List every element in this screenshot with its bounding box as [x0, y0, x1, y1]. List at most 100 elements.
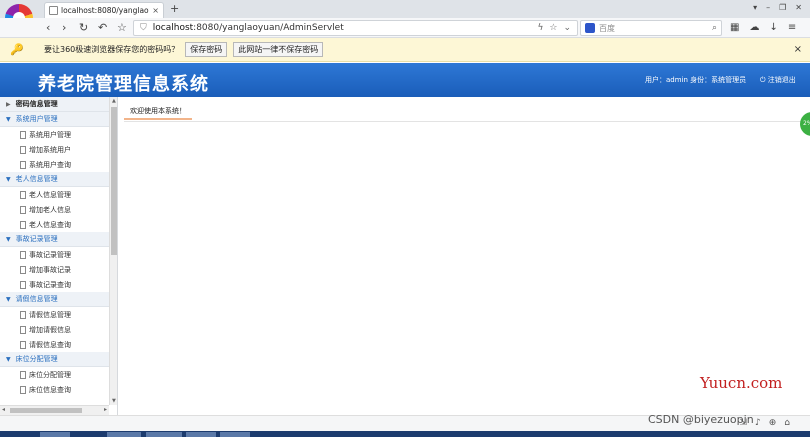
apps-grid-icon[interactable]: ▦ — [730, 22, 739, 33]
watermark-site: Yuucn.com — [700, 374, 783, 392]
sidebar-item[interactable]: 老人信息查询 — [0, 217, 109, 232]
sidebar-group[interactable]: ▼ 系统用户管理 — [0, 112, 109, 127]
minimize-icon[interactable]: – — [766, 3, 770, 12]
sidebar-item[interactable]: 增加请假信息 — [0, 322, 109, 337]
tab-close-icon[interactable]: × — [152, 6, 159, 15]
taskbar-item[interactable] — [40, 432, 70, 437]
search-placeholder: 百度 — [599, 23, 615, 33]
never-save-button[interactable]: 此网站一律不保存密码 — [233, 42, 324, 57]
sidebar-item[interactable]: 系统用户查询 — [0, 157, 109, 172]
sidebar-item-label: 事故记录管理 — [29, 250, 71, 259]
reload-icon[interactable]: ↻ — [79, 21, 88, 34]
triangle-down-icon: ▼ — [6, 295, 11, 303]
dropdown-icon[interactable]: ⌄ — [563, 23, 571, 33]
close-bar-icon[interactable]: × — [794, 44, 802, 55]
sidebar-item[interactable]: 请假信息查询 — [0, 337, 109, 352]
sidebar-group-label: 床位分配管理 — [15, 355, 58, 363]
sidebar-item[interactable]: 系统用户管理 — [0, 127, 109, 142]
scroll-left-icon[interactable]: ◂ — [2, 406, 5, 413]
new-tab-button[interactable]: + — [170, 2, 179, 15]
password-prompt-text: 要让360极速浏览器保存您的密码吗？ — [44, 45, 180, 54]
sidebar-item[interactable]: 事故记录管理 — [0, 247, 109, 262]
sidebar-item[interactable]: 增加事故记录 — [0, 262, 109, 277]
maximize-icon[interactable]: ❐ — [779, 3, 786, 12]
menu-icon[interactable]: ≡ — [788, 22, 796, 33]
sidebar-group[interactable]: ▼ 请假信息管理 — [0, 292, 109, 307]
logout-label: 注销退出 — [767, 76, 796, 84]
scroll-thumb-h[interactable] — [10, 408, 82, 413]
sidebar-item[interactable]: 增加老人信息 — [0, 202, 109, 217]
triangle-down-icon: ▼ — [6, 235, 11, 243]
document-icon — [20, 250, 26, 259]
sidebar-item[interactable]: 老人信息管理 — [0, 187, 109, 202]
triangle-right-icon: ▶ — [6, 100, 11, 108]
sidebar-vertical-scrollbar[interactable]: ▲ ▼ — [109, 97, 117, 405]
notification-icon[interactable]: ⌂ — [784, 418, 790, 428]
sidebar-item[interactable]: 增加系统用户 — [0, 142, 109, 157]
sidebar-group-label: 事故记录管理 — [15, 235, 58, 243]
document-icon — [20, 340, 26, 349]
forward-icon[interactable]: › — [62, 21, 66, 34]
scroll-thumb[interactable] — [111, 107, 117, 255]
search-input[interactable]: 百度 ⌕ — [580, 20, 722, 36]
sidebar-group[interactable]: ▼ 床位分配管理 — [0, 352, 109, 367]
download-icon[interactable]: ↓ — [769, 22, 777, 33]
undo-icon[interactable]: ↶ — [98, 21, 107, 34]
close-window-icon[interactable]: ✕ — [795, 3, 802, 12]
app-header: 养老院管理信息系统 用户：admin 身份：系统管理员 ⏻ 注销退出 — [0, 63, 810, 97]
sidebar-item[interactable]: 床位信息查询 — [0, 382, 109, 397]
triangle-down-icon: ▼ — [6, 355, 11, 363]
save-password-button[interactable]: 保存密码 — [185, 42, 228, 57]
taskbar-item[interactable] — [107, 432, 141, 437]
sidebar-item-label: 系统用户管理 — [29, 130, 71, 139]
address-bar-row: ‹ › ↻ ↶ ☆ ⛉ localhost:8080/yanglaoyuan/A… — [0, 18, 810, 38]
sidebar-group-label: 系统用户管理 — [15, 115, 58, 123]
password-save-bar: 🔑 要让360极速浏览器保存您的密码吗？ 保存密码 此网站一律不保存密码 × — [0, 38, 810, 62]
bookmark-star-icon[interactable]: ☆ — [117, 21, 127, 34]
taskbar-item[interactable] — [186, 432, 216, 437]
sidebar-group-label: 密码信息管理 — [15, 100, 58, 108]
favorite-icon[interactable]: ☆ — [549, 23, 557, 33]
sidebar-horizontal-scrollbar[interactable]: ◂ ▸ — [0, 405, 109, 415]
sidebar-group[interactable]: ▼ 事故记录管理 — [0, 232, 109, 247]
browser-tab-strip: localhost:8080/yanglaoyu × + ▾ – ❐ ✕ — [0, 0, 810, 32]
document-icon — [20, 190, 26, 199]
document-icon — [20, 370, 26, 379]
scroll-up-icon[interactable]: ▲ — [112, 98, 116, 104]
document-icon — [20, 385, 26, 394]
sidebar-item[interactable]: 床位分配管理 — [0, 367, 109, 382]
sidebar-group[interactable]: ▼ 老人信息管理 — [0, 172, 109, 187]
search-icon[interactable]: ⌕ — [712, 23, 717, 33]
sidebar-group[interactable]: ▶ 密码信息管理 — [0, 97, 109, 112]
sound-icon[interactable]: ♪ — [755, 418, 761, 428]
sidebar-menu: ▶ 密码信息管理 ▼ 系统用户管理 系统用户管理 增加系统用户 系统用户查询 ▼ 老人信息管理老… — [0, 97, 109, 397]
sidebar-item-label: 请假信息查询 — [29, 340, 71, 349]
app-title: 养老院管理信息系统 — [38, 74, 209, 95]
scroll-right-icon[interactable]: ▸ — [104, 406, 107, 413]
user-info: 用户：admin 身份：系统管理员 — [645, 76, 747, 84]
logout-link[interactable]: ⏻ 注销退出 — [760, 75, 796, 85]
cloud-icon[interactable]: ☁ — [749, 22, 759, 33]
taskbar-item[interactable] — [146, 432, 182, 437]
speed-mode-icon[interactable]: ϟ — [537, 23, 543, 33]
taskbar-item[interactable] — [220, 432, 250, 437]
sidebar-item-label: 老人信息管理 — [29, 190, 71, 199]
tab-welcome[interactable]: 欢迎使用本系统！ — [124, 104, 192, 120]
window-controls: ▾ – ❐ ✕ — [753, 3, 802, 12]
sidebar-item-label: 增加老人信息 — [29, 205, 71, 214]
power-icon: ⏻ — [760, 76, 766, 84]
document-icon — [20, 205, 26, 214]
document-icon — [20, 220, 26, 229]
scroll-down-icon[interactable]: ▼ — [112, 398, 116, 404]
sidebar-item[interactable]: 请假信息管理 — [0, 307, 109, 322]
browser-tab[interactable]: localhost:8080/yanglaoyu × — [44, 2, 164, 18]
zoom-icon[interactable]: ⊕ — [769, 418, 777, 428]
sidebar-item-label: 增加请假信息 — [29, 325, 71, 334]
browser-tab-title: localhost:8080/yanglaoyu — [61, 6, 150, 15]
back-icon[interactable]: ‹ — [46, 21, 50, 34]
security-shield-icon: ⛉ — [140, 23, 147, 33]
url-input[interactable]: ⛉ localhost:8080/yanglaoyuan/AdminServle… — [133, 20, 578, 36]
sidebar-item[interactable]: 事故记录查询 — [0, 277, 109, 292]
sidebar-item-label: 请假信息管理 — [29, 310, 71, 319]
shirt-skin-icon[interactable]: ▾ — [753, 3, 757, 12]
